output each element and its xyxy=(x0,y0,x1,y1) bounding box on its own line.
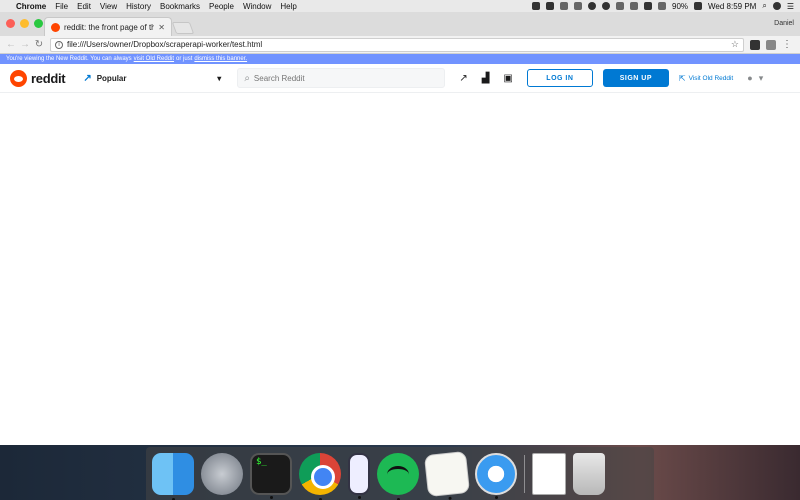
clock-icon[interactable] xyxy=(602,2,610,10)
reddit-header: reddit ↗ Popular ▾ ⌕ ↗ ▟ ▣ LOG IN SIGN U… xyxy=(0,64,800,93)
browser-toolbar: ← → ↻ i file:///Users/owner/Dropbox/scra… xyxy=(0,36,800,54)
header-icons: ↗ ▟ ▣ xyxy=(459,73,513,84)
search-icon: ⌕ xyxy=(244,72,250,84)
chevron-down-icon: ▾ xyxy=(217,73,222,83)
banner-middle-text: or just xyxy=(176,56,193,62)
chat-icon[interactable]: ▣ xyxy=(503,73,512,84)
leaderboard-icon[interactable]: ▟ xyxy=(482,73,490,84)
reload-icon[interactable]: ↻ xyxy=(32,39,46,50)
external-link-icon: ⇱ xyxy=(678,73,686,83)
minimized-window-preview-icon[interactable] xyxy=(532,452,566,495)
user-avatar-icon: ● xyxy=(747,73,753,83)
banner-text: You're viewing the New Reddit. You can a… xyxy=(6,56,132,62)
spotlight-icon[interactable]: ⌕ xyxy=(762,1,766,11)
menubar-clock[interactable]: Wed 8:59 PM xyxy=(708,2,756,11)
forward-arrow-icon[interactable]: → xyxy=(18,39,32,50)
menu-view[interactable]: View xyxy=(100,2,117,11)
running-indicator xyxy=(269,495,273,499)
new-reddit-banner: You're viewing the New Reddit. You can a… xyxy=(0,54,800,64)
reddit-wordmark: reddit xyxy=(31,70,66,86)
reddit-logo[interactable]: reddit xyxy=(10,69,66,87)
menu-help[interactable]: Help xyxy=(280,2,296,11)
usb-icon[interactable] xyxy=(560,2,568,10)
visit-old-reddit-label: Visit Old Reddit xyxy=(688,74,734,82)
tab-reddit[interactable]: reddit: the front page of the in ✕ xyxy=(44,17,172,36)
visit-old-reddit-button[interactable]: ⇱ Visit Old Reddit xyxy=(679,74,733,83)
dock xyxy=(146,447,654,500)
textedit-icon[interactable] xyxy=(423,450,471,500)
chrome-icon[interactable] xyxy=(299,452,341,500)
battery-icon[interactable] xyxy=(694,2,703,10)
simulator-icon[interactable] xyxy=(348,452,370,499)
trending-up-icon: ↗ xyxy=(83,72,92,84)
search-box[interactable]: ⌕ xyxy=(237,68,446,88)
dropbox-icon[interactable] xyxy=(532,2,540,10)
menu-file[interactable]: File xyxy=(55,2,68,11)
launchpad-icon[interactable] xyxy=(201,452,243,495)
visit-old-reddit-link[interactable]: visit Old Reddit xyxy=(134,56,174,62)
volume-icon[interactable] xyxy=(658,2,666,10)
dismiss-banner-link[interactable]: dismiss this banner. xyxy=(194,56,247,62)
terminal-icon[interactable] xyxy=(250,452,292,499)
menu-window[interactable]: Window xyxy=(243,2,271,11)
finder-icon[interactable] xyxy=(152,452,194,500)
menu-bookmarks[interactable]: Bookmarks xyxy=(160,2,200,11)
translate-extension-icon[interactable] xyxy=(766,39,776,50)
feed-label: Popular xyxy=(96,73,127,83)
page-content xyxy=(0,93,800,423)
bookmark-star-icon[interactable]: ☆ xyxy=(731,39,739,50)
spotify-icon[interactable] xyxy=(377,452,419,500)
gmail-icon[interactable] xyxy=(546,2,554,10)
notification-center-icon[interactable]: ☰ xyxy=(787,2,794,11)
close-tab-icon[interactable]: ✕ xyxy=(158,23,165,32)
siri-icon[interactable] xyxy=(772,2,781,10)
window-controls xyxy=(6,19,43,28)
tab-strip: reddit: the front page of the in ✕ Danie… xyxy=(0,12,800,36)
tab-title: reddit: the front page of the in xyxy=(64,22,155,32)
profile-name[interactable]: Daniel xyxy=(774,20,794,27)
bluetooth-icon[interactable] xyxy=(616,2,624,10)
chevron-down-icon: ▾ xyxy=(758,72,764,83)
minimize-window-button[interactable] xyxy=(20,19,29,28)
dock-separator xyxy=(524,454,525,493)
extension-icon[interactable] xyxy=(750,39,760,50)
running-indicator xyxy=(494,495,498,499)
back-arrow-icon[interactable]: ← xyxy=(4,39,18,50)
signup-button[interactable]: SIGN UP xyxy=(602,69,669,87)
macos-menubar: Chrome File Edit View History Bookmarks … xyxy=(0,0,800,12)
menu-app[interactable]: Chrome xyxy=(16,2,46,11)
trending-icon[interactable]: ↗ xyxy=(459,73,467,84)
reddit-snoo-icon xyxy=(10,69,27,87)
lock-icon[interactable] xyxy=(574,2,582,10)
running-indicator xyxy=(357,495,361,499)
address-bar[interactable]: i file:///Users/owner/Dropbox/scraperapi… xyxy=(50,37,744,52)
menu-edit[interactable]: Edit xyxy=(77,2,91,11)
sync-icon[interactable] xyxy=(588,2,596,10)
chrome-menu-icon[interactable]: ⋮ xyxy=(782,39,792,50)
menu-people[interactable]: People xyxy=(209,2,234,11)
address-url[interactable]: file:///Users/owner/Dropbox/scraperapi-w… xyxy=(67,40,262,49)
safari-icon[interactable] xyxy=(475,452,517,499)
battery-percent[interactable]: 90% xyxy=(672,2,688,11)
menu-history[interactable]: History xyxy=(126,2,151,11)
info-icon[interactable]: i xyxy=(55,40,63,49)
search-input[interactable] xyxy=(253,73,434,83)
airplay-icon[interactable] xyxy=(644,2,652,10)
close-window-button[interactable] xyxy=(6,19,15,28)
wifi-icon[interactable] xyxy=(630,2,638,10)
trash-icon[interactable] xyxy=(573,452,605,495)
user-dropdown[interactable]: ● ▾ xyxy=(747,73,763,84)
login-button[interactable]: LOG IN xyxy=(526,69,593,87)
reddit-favicon-icon xyxy=(51,22,60,32)
zoom-window-button[interactable] xyxy=(34,19,43,28)
new-tab-button[interactable] xyxy=(171,22,195,34)
running-indicator xyxy=(447,496,452,500)
feed-dropdown[interactable]: ↗ Popular ▾ xyxy=(83,73,221,84)
menubar-status-area: 90% Wed 8:59 PM ⌕ ☰ xyxy=(532,1,794,11)
chrome-window: reddit: the front page of the in ✕ Danie… xyxy=(0,12,800,445)
